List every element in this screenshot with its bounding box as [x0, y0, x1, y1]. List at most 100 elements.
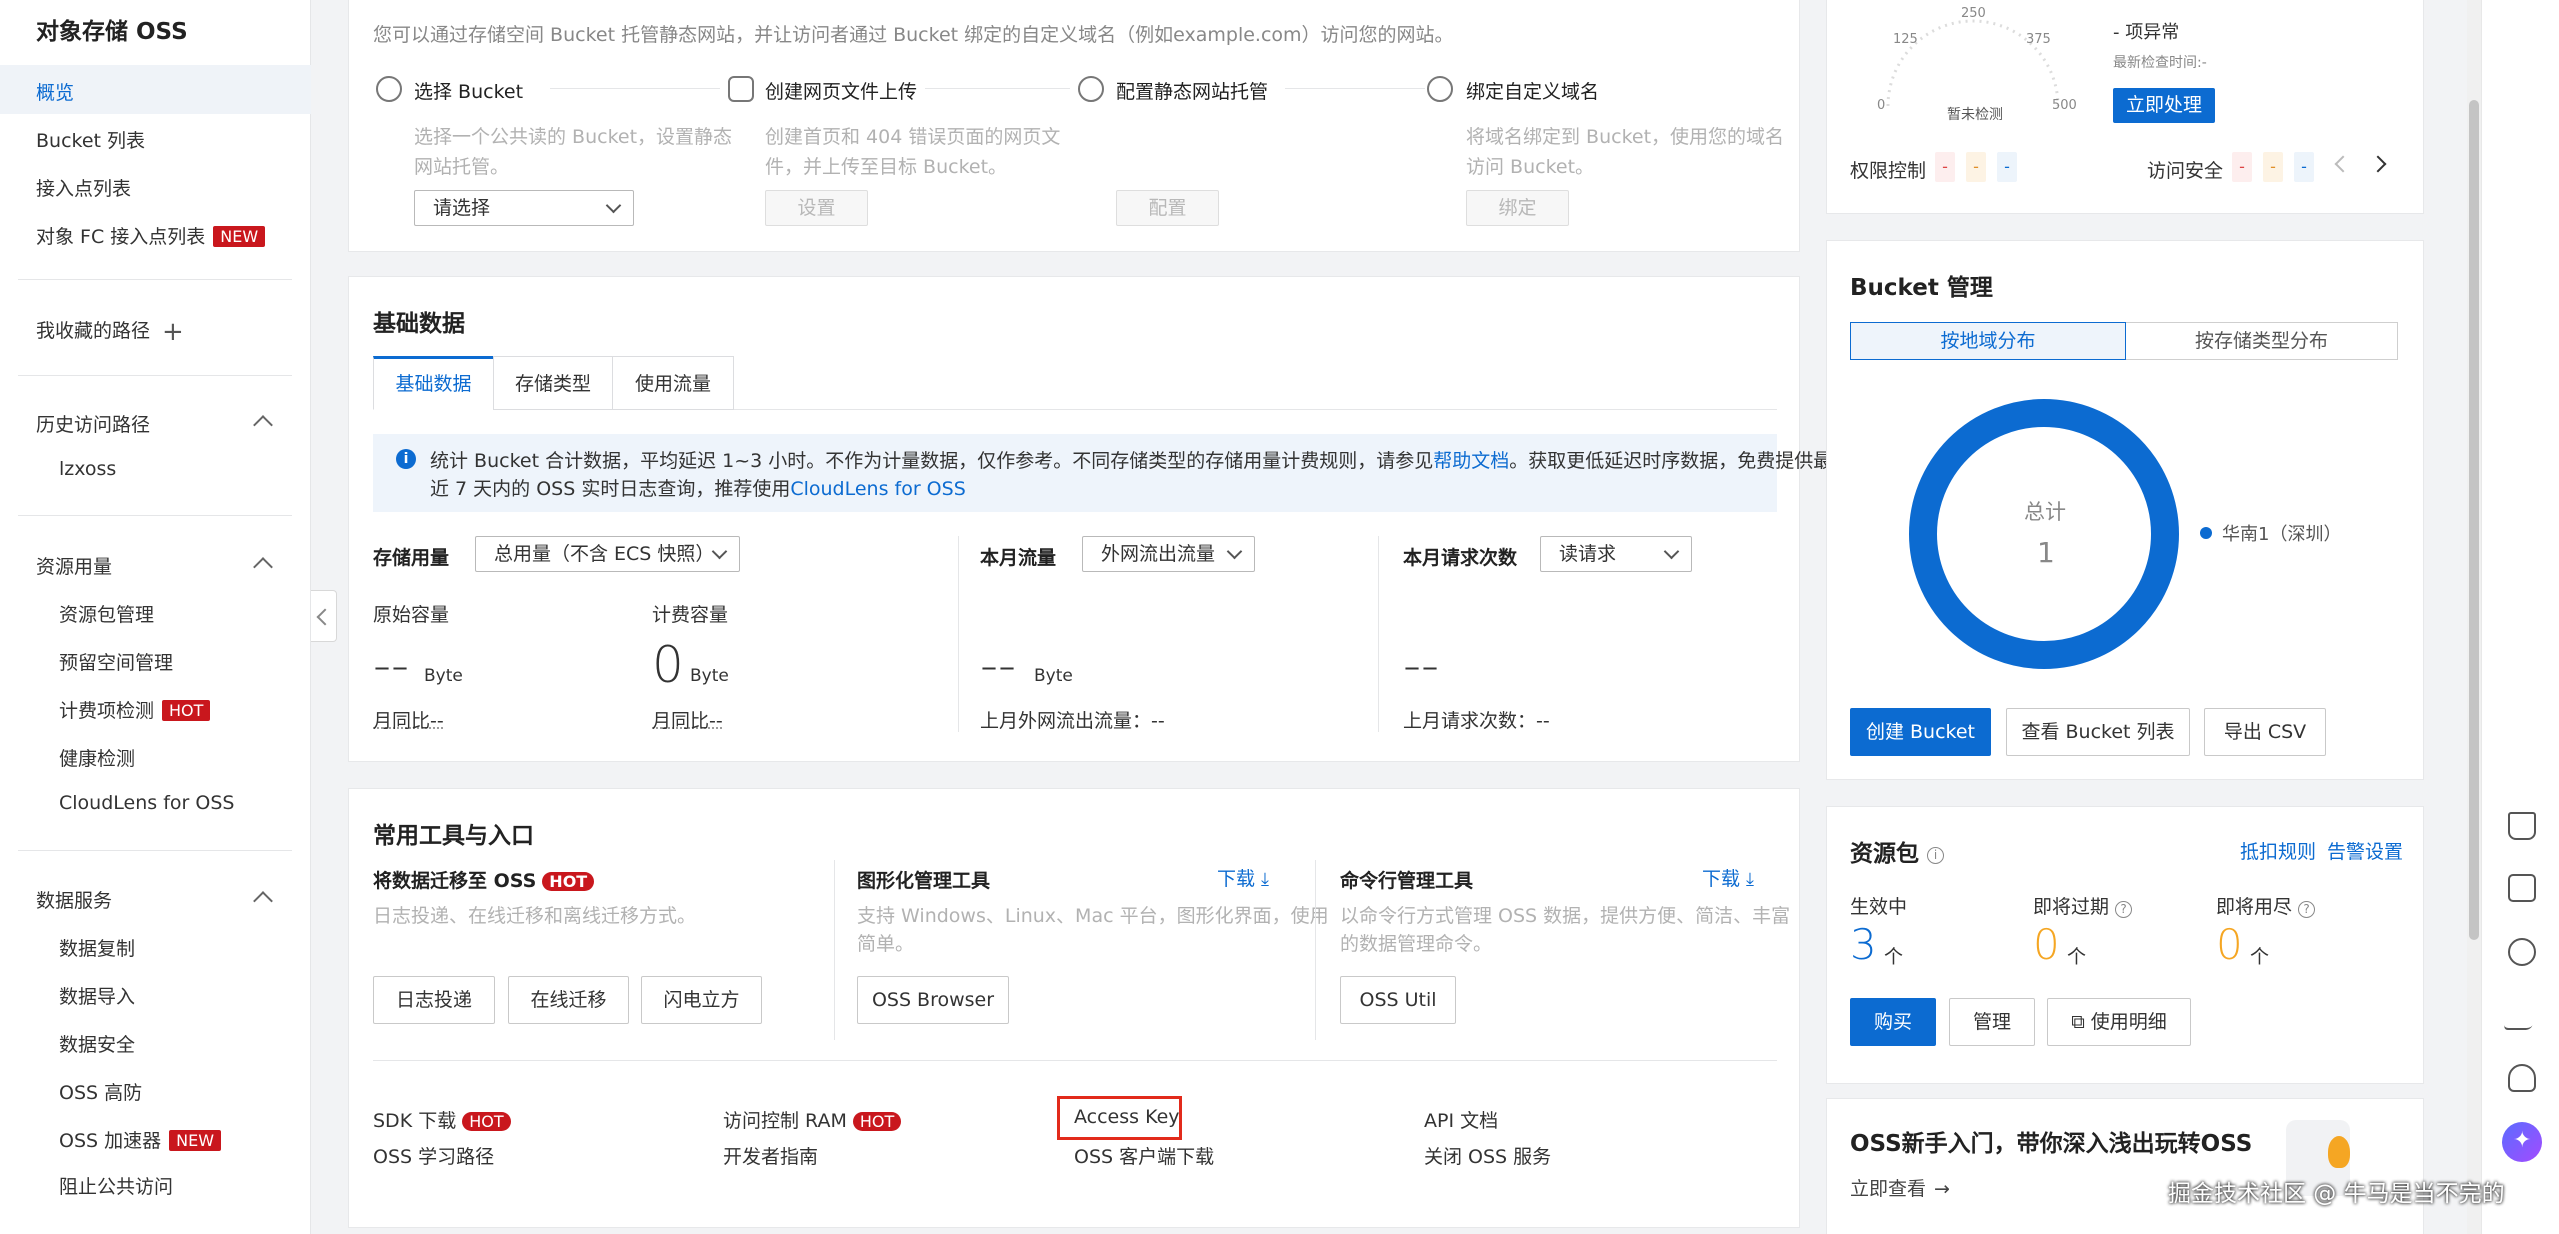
hot-badge: HOT: [852, 1112, 902, 1131]
help-doc-link[interactable]: 帮助文档: [1433, 450, 1509, 472]
divider: [18, 850, 292, 851]
tab-storage-type[interactable]: 存储类型: [493, 356, 613, 410]
divider: [18, 279, 292, 280]
traffic-select[interactable]: 外网流出流量: [1082, 536, 1255, 572]
sidebar-item-block-public[interactable]: 阻止公共访问: [59, 1172, 173, 1196]
bind-button[interactable]: 绑定: [1466, 190, 1569, 226]
close-oss-link[interactable]: 关闭 OSS 服务: [1424, 1142, 1551, 1169]
sidebar-item-data-import[interactable]: 数据导入: [59, 982, 135, 1009]
chevron-down-icon: [1663, 543, 1680, 560]
sidebar-item-lzxoss[interactable]: lzxoss: [59, 458, 116, 480]
exhausting-label: 即将用尽?: [2216, 892, 2316, 919]
view-now-link[interactable]: 立即查看 →: [1850, 1174, 1950, 1201]
active-value: 3: [1850, 920, 1877, 969]
cli-desc: 的数据管理命令。: [1340, 933, 1493, 955]
hot-badge: HOT: [162, 700, 211, 721]
usage-details-button[interactable]: ⧉ 使用明细: [2047, 998, 2191, 1046]
sidebar-item-favorites[interactable]: 我收藏的路径 +: [36, 316, 184, 347]
sidebar-item-resource-pkg[interactable]: 资源包管理: [59, 600, 154, 627]
api-doc-link[interactable]: API 文档: [1424, 1106, 1498, 1133]
chevron-up-icon[interactable]: [253, 557, 273, 577]
sidebar-item-oss-ddos[interactable]: OSS 高防: [59, 1078, 142, 1105]
migrate-desc: 日志投递、在线迁移和离线迁移方式。: [373, 905, 697, 927]
arrow-right-icon: →: [1934, 1178, 1950, 1200]
plus-icon[interactable]: +: [162, 317, 184, 347]
setup-button[interactable]: 设置: [765, 190, 868, 226]
chevron-up-icon[interactable]: [253, 415, 273, 435]
sidebar-item-cloudlens[interactable]: CloudLens for OSS: [59, 792, 234, 814]
sidebar-section-resource-usage[interactable]: 资源用量: [36, 552, 112, 579]
export-csv-button[interactable]: 导出 CSV: [2204, 708, 2326, 756]
sidebar-section-data-services[interactable]: 数据服务: [36, 886, 112, 913]
sidebar-item-reserved-space[interactable]: 预留空间管理: [59, 648, 173, 675]
raw-capacity-unit: Byte: [424, 666, 463, 686]
cloudlens-link[interactable]: CloudLens for OSS: [790, 478, 965, 500]
cli-download-link[interactable]: 下载 ⤓: [1702, 864, 1754, 891]
configure-button[interactable]: 配置: [1116, 190, 1219, 226]
client-download-link[interactable]: OSS 客户端下载: [1074, 1142, 1214, 1169]
chevron-up-icon[interactable]: [253, 891, 273, 911]
gui-download-link[interactable]: 下载 ⤓: [1217, 864, 1269, 891]
access-key-link[interactable]: Access Key: [1074, 1106, 1180, 1128]
alert-setting-link[interactable]: 告警设置: [2327, 837, 2403, 864]
headset-icon[interactable]: [2508, 1064, 2536, 1092]
deduct-rule-link[interactable]: 抵扣规则: [2240, 837, 2316, 864]
sidebar-item-access-points[interactable]: 接入点列表: [36, 174, 131, 201]
traffic-select-value: 外网流出流量: [1101, 543, 1216, 565]
sidebar-item-bucket-list[interactable]: Bucket 列表: [36, 126, 145, 153]
tab-basic-data[interactable]: 基础数据: [373, 356, 494, 410]
lightning-cube-button[interactable]: 闪电立方: [641, 976, 762, 1024]
gui-desc: 简单。: [857, 933, 915, 955]
step-title-bind-domain: 绑定自定义域名: [1466, 81, 1600, 103]
oss-browser-button[interactable]: OSS Browser: [857, 976, 1009, 1024]
document-icon[interactable]: [2508, 874, 2536, 902]
sidebar-item-data-copy[interactable]: 数据复制: [59, 934, 135, 961]
sidebar-item-overview[interactable]: 概览: [36, 78, 74, 105]
step-desc: 网站托管。: [414, 156, 510, 178]
storage-usage-label: 存储用量: [373, 547, 450, 569]
bucket-icon: [376, 76, 402, 102]
requests-select[interactable]: 读请求: [1540, 536, 1692, 572]
sdk-download-link[interactable]: SDK 下载 HOT: [373, 1106, 511, 1133]
handle-now-button[interactable]: 立即处理: [2113, 88, 2215, 123]
settings-icon[interactable]: [2508, 938, 2536, 966]
tab-traffic[interactable]: 使用流量: [612, 356, 734, 410]
oss-util-button[interactable]: OSS Util: [1340, 976, 1456, 1024]
manage-button[interactable]: 管理: [1949, 998, 2035, 1046]
new-badge: NEW: [169, 1130, 222, 1151]
unit: 个: [2250, 946, 2270, 968]
sidebar-item-health-check[interactable]: 健康检测: [59, 744, 135, 771]
buy-button[interactable]: 购买: [1850, 998, 1936, 1046]
sidebar-item-oss-accel[interactable]: OSS 加速器 NEW: [59, 1126, 222, 1153]
last-check-time: 最新检查时间:-: [2113, 55, 2207, 71]
unit: 个: [1884, 946, 1904, 968]
learning-path-link[interactable]: OSS 学习路径: [373, 1142, 494, 1169]
sidebar-item-data-security[interactable]: 数据安全: [59, 1030, 135, 1057]
sidebar-title: 对象存储 OSS: [36, 19, 188, 45]
view-bucket-list-button[interactable]: 查看 Bucket 列表: [2006, 708, 2190, 756]
create-bucket-button[interactable]: 创建 Bucket: [1850, 708, 1991, 756]
scrollbar-thumb[interactable]: [2469, 100, 2479, 940]
sidebar-section-history[interactable]: 历史访问路径: [36, 410, 150, 437]
billing-capacity-mom: 月同比--: [652, 710, 723, 732]
storage-select[interactable]: 总用量（不含 ECS 快照）: [475, 536, 740, 572]
step-desc: 件，并上传至目标 Bucket。: [765, 156, 1008, 178]
sidebar-item-billing-check[interactable]: 计费项检测 HOT: [59, 696, 211, 723]
exhausting-value: 0: [2216, 920, 2243, 969]
link-text: 访问控制 RAM: [723, 1110, 847, 1132]
sidebar-collapse-button[interactable]: [311, 590, 337, 642]
tab-by-storage-type[interactable]: 按存储类型分布: [2126, 322, 2398, 360]
cart-icon[interactable]: [2508, 812, 2536, 840]
dev-guide-link[interactable]: 开发者指南: [723, 1142, 818, 1169]
sidebar-item-fc-access-points[interactable]: 对象 FC 接入点列表 NEW: [36, 222, 266, 249]
tab-by-region[interactable]: 按地域分布: [1850, 322, 2126, 360]
ram-link[interactable]: 访问控制 RAM HOT: [723, 1106, 902, 1133]
info-circle-icon: i: [1927, 847, 1944, 864]
view-now-label: 立即查看: [1850, 1178, 1927, 1200]
log-delivery-button[interactable]: 日志投递: [373, 976, 495, 1024]
bucket-mgmt-title: Bucket 管理: [1850, 275, 1993, 301]
bucket-select[interactable]: 请选择: [414, 190, 634, 226]
online-migration-button[interactable]: 在线迁移: [508, 976, 629, 1024]
issue-count: - 项异常: [2113, 22, 2180, 43]
info-text: 统计 Bucket 合计数据，平均延迟 1~3 小时。不作为计量数据，仅作参考。…: [430, 450, 1434, 472]
